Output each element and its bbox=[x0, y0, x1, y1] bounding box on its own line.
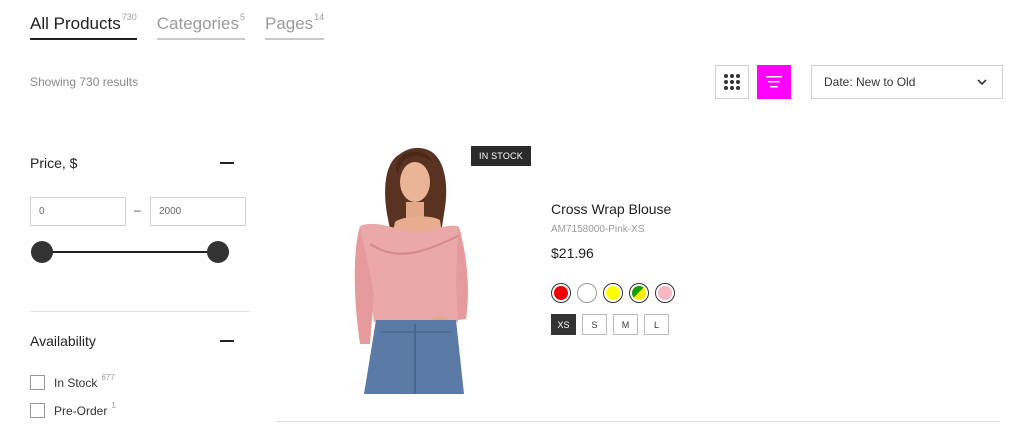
tab-pages[interactable]: Pages14 bbox=[264, 12, 325, 40]
option-count: 1 bbox=[111, 401, 116, 410]
stock-badge: IN STOCK bbox=[471, 146, 531, 166]
price-filter-title: Price, $ bbox=[30, 155, 78, 171]
tab-all-products[interactable]: All Products730 bbox=[30, 12, 137, 40]
color-swatch[interactable] bbox=[603, 283, 623, 303]
availability-option-pre-order[interactable]: Pre-Order 1 bbox=[30, 401, 116, 418]
color-swatch[interactable] bbox=[655, 283, 675, 303]
size-options: XS S M L bbox=[551, 314, 669, 335]
price-min-input[interactable]: 0 bbox=[30, 197, 126, 226]
availability-filter-title: Availability bbox=[30, 333, 96, 349]
tab-count: 5 bbox=[239, 12, 245, 22]
product-image[interactable] bbox=[340, 144, 485, 394]
option-label: In Stock bbox=[54, 375, 98, 390]
price-slider-max-handle[interactable] bbox=[207, 241, 229, 263]
tab-label: Categories bbox=[156, 14, 239, 33]
price-slider-track[interactable] bbox=[42, 251, 218, 253]
collapse-icon[interactable] bbox=[220, 340, 234, 342]
list-view-button[interactable] bbox=[757, 65, 791, 99]
product-title[interactable]: Cross Wrap Blouse bbox=[551, 201, 671, 217]
product-divider bbox=[276, 421, 1000, 422]
price-slider-min-handle[interactable] bbox=[31, 241, 53, 263]
results-count: Showing 730 results bbox=[30, 75, 139, 89]
availability-option-in-stock[interactable]: In Stock 677 bbox=[30, 373, 115, 390]
tab-count: 730 bbox=[121, 12, 137, 22]
sort-select[interactable]: Date: New to Old bbox=[811, 65, 1003, 99]
grid-icon bbox=[724, 74, 740, 90]
sort-value: Date: New to Old bbox=[824, 75, 916, 89]
tab-label: Pages bbox=[264, 14, 314, 33]
filter-divider bbox=[30, 311, 250, 312]
size-option[interactable]: L bbox=[644, 314, 669, 335]
tab-label: All Products bbox=[30, 14, 121, 33]
tab-categories[interactable]: Categories5 bbox=[156, 12, 245, 40]
price-max-input[interactable]: 2000 bbox=[150, 197, 246, 226]
size-option[interactable]: XS bbox=[551, 314, 576, 335]
range-separator: – bbox=[134, 203, 141, 217]
tab-count: 14 bbox=[314, 12, 325, 22]
search-tabs: All Products730 Categories5 Pages14 bbox=[30, 12, 325, 40]
color-swatch[interactable] bbox=[551, 283, 571, 303]
color-swatch[interactable] bbox=[577, 283, 597, 303]
color-swatch[interactable] bbox=[629, 283, 649, 303]
chevron-down-icon bbox=[977, 79, 987, 86]
color-swatches bbox=[551, 283, 675, 303]
product-price: $21.96 bbox=[551, 245, 594, 261]
size-option[interactable]: M bbox=[613, 314, 638, 335]
checkbox[interactable] bbox=[30, 403, 45, 418]
option-label: Pre-Order bbox=[54, 403, 108, 418]
grid-view-button[interactable] bbox=[715, 65, 749, 99]
price-filter-header[interactable]: Price, $ bbox=[30, 155, 234, 171]
size-option[interactable]: S bbox=[582, 314, 607, 335]
list-icon bbox=[766, 76, 782, 88]
collapse-icon[interactable] bbox=[220, 162, 234, 164]
product-sku: AM7158000-Pink-XS bbox=[551, 224, 645, 235]
checkbox[interactable] bbox=[30, 375, 45, 390]
availability-filter-header[interactable]: Availability bbox=[30, 333, 234, 349]
option-count: 677 bbox=[101, 373, 115, 382]
